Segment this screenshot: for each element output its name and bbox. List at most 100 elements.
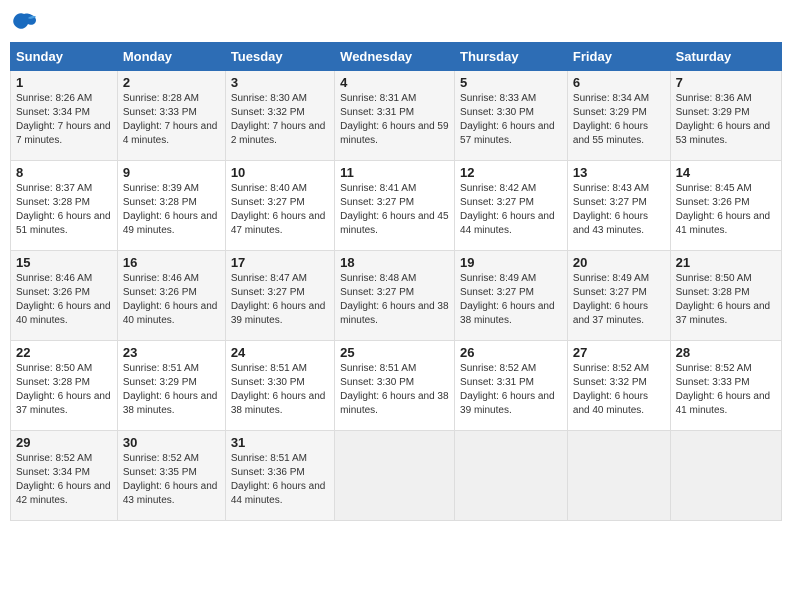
day-info: Sunrise: 8:46 AM Sunset: 3:26 PM Dayligh… (16, 272, 112, 328)
calendar-cell (567, 431, 670, 521)
header-monday: Monday (117, 43, 225, 71)
calendar-cell: 25 Sunrise: 8:51 AM Sunset: 3:30 PM Dayl… (335, 341, 455, 431)
day-info: Sunrise: 8:51 AM Sunset: 3:30 PM Dayligh… (231, 362, 329, 418)
day-number: 15 (16, 255, 112, 270)
day-number: 5 (460, 75, 562, 90)
day-info: Sunrise: 8:42 AM Sunset: 3:27 PM Dayligh… (460, 182, 562, 238)
calendar-cell: 24 Sunrise: 8:51 AM Sunset: 3:30 PM Dayl… (225, 341, 334, 431)
header-thursday: Thursday (455, 43, 568, 71)
day-info: Sunrise: 8:46 AM Sunset: 3:26 PM Dayligh… (123, 272, 220, 328)
day-info: Sunrise: 8:40 AM Sunset: 3:27 PM Dayligh… (231, 182, 329, 238)
day-info: Sunrise: 8:33 AM Sunset: 3:30 PM Dayligh… (460, 92, 562, 148)
week-row-4: 22 Sunrise: 8:50 AM Sunset: 3:28 PM Dayl… (11, 341, 782, 431)
header-wednesday: Wednesday (335, 43, 455, 71)
day-info: Sunrise: 8:49 AM Sunset: 3:27 PM Dayligh… (573, 272, 665, 328)
week-row-1: 1 Sunrise: 8:26 AM Sunset: 3:34 PM Dayli… (11, 71, 782, 161)
day-info: Sunrise: 8:52 AM Sunset: 3:31 PM Dayligh… (460, 362, 562, 418)
week-row-5: 29 Sunrise: 8:52 AM Sunset: 3:34 PM Dayl… (11, 431, 782, 521)
calendar-cell: 6 Sunrise: 8:34 AM Sunset: 3:29 PM Dayli… (567, 71, 670, 161)
calendar-cell: 15 Sunrise: 8:46 AM Sunset: 3:26 PM Dayl… (11, 251, 118, 341)
day-number: 10 (231, 165, 329, 180)
day-info: Sunrise: 8:28 AM Sunset: 3:33 PM Dayligh… (123, 92, 220, 148)
logo-bird-icon (10, 10, 38, 34)
day-number: 20 (573, 255, 665, 270)
day-number: 29 (16, 435, 112, 450)
calendar-cell: 11 Sunrise: 8:41 AM Sunset: 3:27 PM Dayl… (335, 161, 455, 251)
calendar-header-row: SundayMondayTuesdayWednesdayThursdayFrid… (11, 43, 782, 71)
day-number: 3 (231, 75, 329, 90)
day-info: Sunrise: 8:47 AM Sunset: 3:27 PM Dayligh… (231, 272, 329, 328)
day-info: Sunrise: 8:34 AM Sunset: 3:29 PM Dayligh… (573, 92, 665, 148)
calendar-table: SundayMondayTuesdayWednesdayThursdayFrid… (10, 42, 782, 521)
calendar-cell: 30 Sunrise: 8:52 AM Sunset: 3:35 PM Dayl… (117, 431, 225, 521)
calendar-cell: 7 Sunrise: 8:36 AM Sunset: 3:29 PM Dayli… (670, 71, 781, 161)
calendar-cell: 1 Sunrise: 8:26 AM Sunset: 3:34 PM Dayli… (11, 71, 118, 161)
day-number: 19 (460, 255, 562, 270)
calendar-cell (670, 431, 781, 521)
day-number: 26 (460, 345, 562, 360)
day-number: 13 (573, 165, 665, 180)
day-number: 28 (676, 345, 776, 360)
day-number: 23 (123, 345, 220, 360)
day-info: Sunrise: 8:52 AM Sunset: 3:32 PM Dayligh… (573, 362, 665, 418)
calendar-body: 1 Sunrise: 8:26 AM Sunset: 3:34 PM Dayli… (11, 71, 782, 521)
day-number: 27 (573, 345, 665, 360)
day-info: Sunrise: 8:45 AM Sunset: 3:26 PM Dayligh… (676, 182, 776, 238)
week-row-3: 15 Sunrise: 8:46 AM Sunset: 3:26 PM Dayl… (11, 251, 782, 341)
day-info: Sunrise: 8:43 AM Sunset: 3:27 PM Dayligh… (573, 182, 665, 238)
calendar-cell: 19 Sunrise: 8:49 AM Sunset: 3:27 PM Dayl… (455, 251, 568, 341)
calendar-cell: 16 Sunrise: 8:46 AM Sunset: 3:26 PM Dayl… (117, 251, 225, 341)
day-info: Sunrise: 8:51 AM Sunset: 3:30 PM Dayligh… (340, 362, 449, 418)
header-friday: Friday (567, 43, 670, 71)
page-header (10, 10, 782, 34)
day-number: 1 (16, 75, 112, 90)
calendar-cell: 12 Sunrise: 8:42 AM Sunset: 3:27 PM Dayl… (455, 161, 568, 251)
calendar-cell: 17 Sunrise: 8:47 AM Sunset: 3:27 PM Dayl… (225, 251, 334, 341)
header-saturday: Saturday (670, 43, 781, 71)
day-number: 4 (340, 75, 449, 90)
day-info: Sunrise: 8:48 AM Sunset: 3:27 PM Dayligh… (340, 272, 449, 328)
calendar-cell: 22 Sunrise: 8:50 AM Sunset: 3:28 PM Dayl… (11, 341, 118, 431)
day-number: 11 (340, 165, 449, 180)
day-number: 14 (676, 165, 776, 180)
calendar-cell (335, 431, 455, 521)
day-number: 8 (16, 165, 112, 180)
calendar-cell: 28 Sunrise: 8:52 AM Sunset: 3:33 PM Dayl… (670, 341, 781, 431)
header-tuesday: Tuesday (225, 43, 334, 71)
logo (10, 10, 42, 34)
calendar-cell: 21 Sunrise: 8:50 AM Sunset: 3:28 PM Dayl… (670, 251, 781, 341)
day-info: Sunrise: 8:52 AM Sunset: 3:35 PM Dayligh… (123, 452, 220, 508)
header-sunday: Sunday (11, 43, 118, 71)
calendar-cell: 26 Sunrise: 8:52 AM Sunset: 3:31 PM Dayl… (455, 341, 568, 431)
calendar-cell: 29 Sunrise: 8:52 AM Sunset: 3:34 PM Dayl… (11, 431, 118, 521)
day-info: Sunrise: 8:36 AM Sunset: 3:29 PM Dayligh… (676, 92, 776, 148)
calendar-cell: 10 Sunrise: 8:40 AM Sunset: 3:27 PM Dayl… (225, 161, 334, 251)
calendar-cell: 13 Sunrise: 8:43 AM Sunset: 3:27 PM Dayl… (567, 161, 670, 251)
day-info: Sunrise: 8:31 AM Sunset: 3:31 PM Dayligh… (340, 92, 449, 148)
calendar-cell: 9 Sunrise: 8:39 AM Sunset: 3:28 PM Dayli… (117, 161, 225, 251)
calendar-cell: 3 Sunrise: 8:30 AM Sunset: 3:32 PM Dayli… (225, 71, 334, 161)
day-info: Sunrise: 8:51 AM Sunset: 3:29 PM Dayligh… (123, 362, 220, 418)
calendar-cell: 23 Sunrise: 8:51 AM Sunset: 3:29 PM Dayl… (117, 341, 225, 431)
day-number: 25 (340, 345, 449, 360)
day-info: Sunrise: 8:49 AM Sunset: 3:27 PM Dayligh… (460, 272, 562, 328)
day-info: Sunrise: 8:52 AM Sunset: 3:33 PM Dayligh… (676, 362, 776, 418)
calendar-cell: 20 Sunrise: 8:49 AM Sunset: 3:27 PM Dayl… (567, 251, 670, 341)
day-number: 22 (16, 345, 112, 360)
day-info: Sunrise: 8:26 AM Sunset: 3:34 PM Dayligh… (16, 92, 112, 148)
day-info: Sunrise: 8:30 AM Sunset: 3:32 PM Dayligh… (231, 92, 329, 148)
day-info: Sunrise: 8:37 AM Sunset: 3:28 PM Dayligh… (16, 182, 112, 238)
calendar-cell: 2 Sunrise: 8:28 AM Sunset: 3:33 PM Dayli… (117, 71, 225, 161)
calendar-cell: 31 Sunrise: 8:51 AM Sunset: 3:36 PM Dayl… (225, 431, 334, 521)
day-info: Sunrise: 8:51 AM Sunset: 3:36 PM Dayligh… (231, 452, 329, 508)
day-number: 24 (231, 345, 329, 360)
week-row-2: 8 Sunrise: 8:37 AM Sunset: 3:28 PM Dayli… (11, 161, 782, 251)
day-number: 17 (231, 255, 329, 270)
day-number: 2 (123, 75, 220, 90)
day-info: Sunrise: 8:52 AM Sunset: 3:34 PM Dayligh… (16, 452, 112, 508)
calendar-cell: 8 Sunrise: 8:37 AM Sunset: 3:28 PM Dayli… (11, 161, 118, 251)
day-number: 7 (676, 75, 776, 90)
calendar-cell: 27 Sunrise: 8:52 AM Sunset: 3:32 PM Dayl… (567, 341, 670, 431)
day-number: 6 (573, 75, 665, 90)
day-info: Sunrise: 8:50 AM Sunset: 3:28 PM Dayligh… (676, 272, 776, 328)
